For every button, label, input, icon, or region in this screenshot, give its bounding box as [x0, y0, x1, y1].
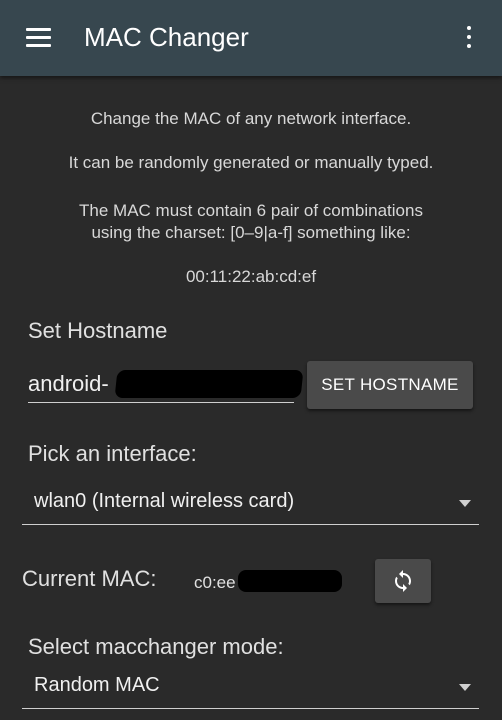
info-line-1: Change the MAC of any network interface. — [90, 109, 412, 128]
refresh-icon — [395, 570, 411, 592]
dropdown-arrow-icon — [459, 684, 471, 691]
more-vertical-icon[interactable] — [462, 26, 476, 50]
dropdown-arrow-icon — [459, 500, 471, 507]
redacted-hostname — [114, 370, 304, 398]
redacted-mac — [238, 570, 342, 592]
mac-example: 00:11:22:ab:cd:ef — [185, 267, 317, 286]
current-mac-value: c0:ee — [194, 573, 236, 592]
mode-selected: Random MAC — [34, 674, 160, 696]
info-line-3a: The MAC must contain 6 pair of combinati… — [79, 201, 423, 220]
set-hostname-button[interactable]: SET HOSTNAME — [307, 361, 473, 409]
mode-dropdown[interactable]: Random MAC — [22, 664, 479, 709]
info-line-3b: using the charset: [0–9|a-f] something l… — [91, 223, 411, 242]
hostname-label: Set Hostname — [28, 318, 168, 343]
hamburger-menu-icon[interactable] — [26, 28, 51, 48]
current-mac-label: Current MAC: — [22, 566, 157, 591]
mode-label: Select macchanger mode: — [28, 634, 284, 659]
info-line-2: It can be randomly generated or manually… — [68, 153, 434, 172]
app-bar: MAC Changer — [0, 0, 502, 76]
interface-selected: wlan0 (Internal wireless card) — [34, 490, 295, 512]
interface-dropdown[interactable]: wlan0 (Internal wireless card) — [22, 480, 479, 525]
interface-label: Pick an interface: — [28, 441, 197, 466]
app-title: MAC Changer — [84, 22, 249, 52]
refresh-mac-button[interactable] — [375, 559, 431, 603]
